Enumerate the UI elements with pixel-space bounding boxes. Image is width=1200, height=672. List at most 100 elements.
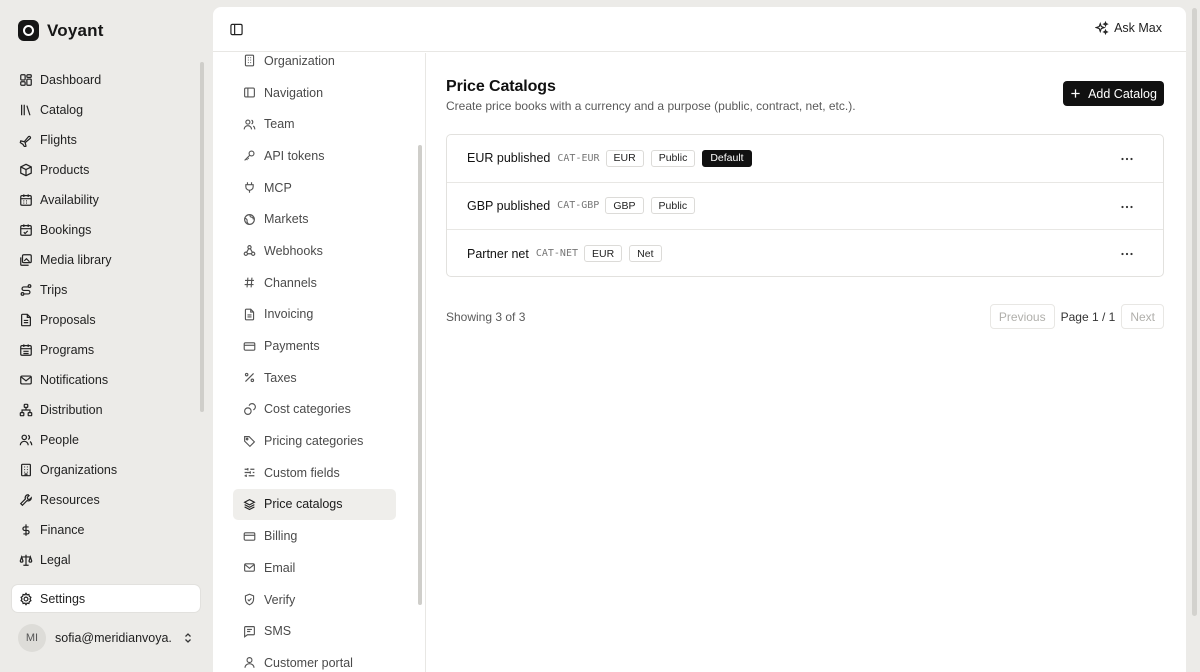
library-icon (21, 104, 31, 116)
sidebar-item-label: Media library (40, 253, 112, 267)
settings-item-navigation[interactable]: Navigation (233, 77, 396, 109)
sidebar-item-trips[interactable]: Trips (12, 275, 200, 305)
sidebar-item-settings[interactable]: Settings (12, 585, 200, 612)
sidebar-item-label: Products (40, 163, 90, 177)
settings-item-price-catalogs[interactable]: Price catalogs (233, 488, 396, 521)
plane-icon (19, 135, 32, 147)
sidebar-toggle-icon[interactable] (230, 23, 243, 36)
settings-item-email[interactable]: Email (233, 552, 396, 584)
sidebar-item-availability[interactable]: Availability (12, 185, 200, 215)
settings-item-label: Webhooks (264, 243, 323, 258)
settings-item-team[interactable]: Team (233, 108, 396, 140)
sidebar-item-bookings[interactable]: Bookings (12, 215, 200, 245)
settings-item-taxes[interactable]: Taxes (233, 362, 396, 394)
more-horizontal-icon[interactable] (1119, 199, 1135, 215)
sidebar-item-finance[interactable]: Finance (12, 515, 200, 545)
ask-max-button[interactable]: Ask Max (1095, 21, 1162, 35)
settings-item-mcp[interactable]: MCP (233, 172, 396, 204)
settings-item-payments[interactable]: Payments (233, 330, 396, 362)
sidebar-item-label: Organizations (40, 463, 118, 477)
sidebar-item-legal[interactable]: Legal (12, 545, 200, 575)
settings-item-custom-fields[interactable]: Custom fields (233, 457, 396, 489)
sparkles-icon (1095, 21, 1109, 35)
webhook-icon (243, 245, 256, 257)
tags-icon (244, 435, 256, 447)
more-horizontal-icon[interactable] (1119, 151, 1135, 167)
key-icon (244, 150, 255, 162)
settings-item-channels[interactable]: Channels (233, 267, 396, 299)
settings-item-customer-portal[interactable]: Customer portal (233, 647, 396, 672)
sidebar-item-people[interactable]: People (12, 425, 200, 455)
catalog-list: EUR published CAT-EUR EUR Public Default… (446, 134, 1164, 277)
sidebar-item-label: Availability (40, 193, 99, 207)
users-icon (19, 434, 33, 446)
previous-page-button[interactable]: Previous (989, 304, 1055, 329)
settings-item-invoicing[interactable]: Invoicing (233, 299, 396, 331)
settings-item-verify[interactable]: Verify (233, 584, 396, 616)
message-square-icon (244, 625, 255, 638)
sidebar-item-catalog[interactable]: Catalog (12, 95, 200, 125)
next-page-button[interactable]: Next (1121, 304, 1164, 329)
sidebar-item-products[interactable]: Products (12, 155, 200, 185)
users-icon (243, 119, 256, 130)
sidebar-item-label: Distribution (40, 403, 103, 417)
settings-item-sms[interactable]: SMS (233, 615, 396, 647)
avatar: MI (18, 624, 46, 652)
coins-icon (244, 403, 256, 415)
sidebar-item-label: Finance (40, 523, 85, 537)
page-indicator: Page 1 / 1 (1060, 309, 1116, 324)
more-horizontal-icon[interactable] (1119, 246, 1135, 262)
settings-item-label: Cost categories (264, 402, 351, 417)
sidebar-item-proposals[interactable]: Proposals (12, 305, 200, 335)
ask-max-label: Ask Max (1114, 21, 1162, 35)
sidebar-item-flights[interactable]: Flights (12, 125, 200, 155)
sidebar-item-notifications[interactable]: Notifications (12, 365, 200, 395)
settings-item-webhooks[interactable]: Webhooks (233, 235, 396, 267)
settings-item-api-tokens[interactable]: API tokens (233, 140, 396, 172)
sidebar-item-media-library[interactable]: Media library (12, 245, 200, 275)
settings-item-label: MCP (264, 180, 292, 195)
scale-icon (19, 554, 33, 566)
user-menu[interactable]: MI sofia@meridianvoya... (18, 624, 194, 652)
dashboard-icon (20, 74, 32, 86)
settings-item-markets[interactable]: Markets (233, 203, 396, 235)
settings-item-cost-categories[interactable]: Cost categories (233, 394, 396, 426)
brand[interactable]: Voyant (18, 20, 104, 41)
settings-item-label: Pricing categories (264, 434, 364, 449)
page-scrollbar[interactable] (1192, 8, 1197, 616)
settings-item-label: Invoicing (264, 307, 314, 322)
sidebar-item-label: Settings (40, 591, 86, 606)
catalog-code: CAT-GBP (557, 200, 600, 212)
sidebar-item-label: Trips (40, 283, 68, 297)
credit-card-icon (243, 341, 256, 351)
settings-item-billing[interactable]: Billing (233, 520, 396, 552)
page-subtitle: Create price books with a currency and a… (446, 99, 856, 113)
purpose-badge: Net (629, 245, 662, 263)
catalog-row-gbp[interactable]: GBP published CAT-GBP GBP Public (447, 183, 1163, 230)
settings-item-label: API tokens (264, 148, 325, 163)
settings-item-label: Custom fields (264, 465, 340, 480)
add-catalog-button[interactable]: Add Catalog (1063, 81, 1164, 106)
sidebar-item-organizations[interactable]: Organizations (12, 455, 200, 485)
wrench-icon (19, 494, 32, 507)
sidebar-item-resources[interactable]: Resources (12, 485, 200, 515)
sidebar-item-distribution[interactable]: Distribution (12, 395, 200, 425)
sidebar-scrollbar[interactable] (200, 62, 204, 412)
settings-item-pricing-categories[interactable]: Pricing categories (233, 425, 396, 457)
settings-nav-scrollbar[interactable] (418, 145, 422, 605)
sidebar-item-dashboard[interactable]: Dashboard (12, 65, 200, 95)
main-panel: Ask Max Organization Navigation Team API… (213, 7, 1186, 672)
shield-check-icon (244, 593, 255, 606)
settings-item-organization[interactable]: Organization (233, 45, 396, 77)
catalog-row-net[interactable]: Partner net CAT-NET EUR Net (447, 230, 1163, 278)
settings-item-label: Billing (264, 529, 298, 544)
layers-icon (243, 498, 256, 511)
catalog-code: CAT-EUR (557, 152, 600, 164)
voyant-logo-icon (18, 20, 39, 41)
settings-item-label: Verify (264, 592, 296, 607)
main-sidebar: Voyant Dashboard Catalog Flights Product… (0, 0, 212, 672)
catalog-row-eur[interactable]: EUR published CAT-EUR EUR Public Default (447, 135, 1163, 183)
sidebar-item-programs[interactable]: Programs (12, 335, 200, 365)
settings-nav: Organization Navigation Team API tokens … (213, 53, 426, 672)
page-title: Price Catalogs (446, 78, 556, 95)
